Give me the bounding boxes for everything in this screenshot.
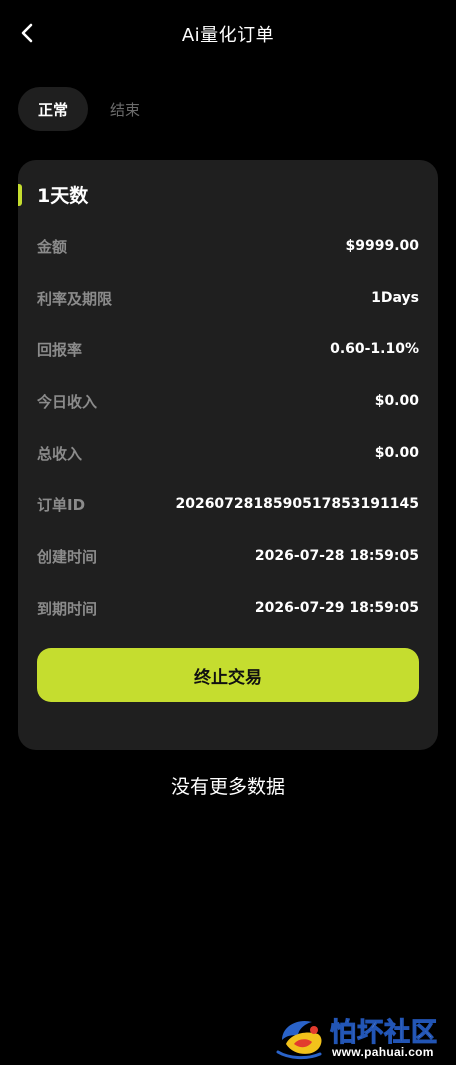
tab-normal[interactable]: 正常 <box>18 87 89 131</box>
row-label: 总收入 <box>37 444 83 463</box>
row-value: $0.00 <box>374 445 419 461</box>
row-rate-term: 利率及期限 1Days <box>37 286 419 310</box>
row-amount: 金额 $9999.00 <box>37 234 419 258</box>
row-label: 利率及期限 <box>37 289 113 308</box>
row-value: $0.00 <box>374 393 419 409</box>
status-tabs: 正常 结束 <box>18 87 160 131</box>
watermark-logo <box>276 1020 322 1060</box>
row-expiry-time: 到期时间 2026-07-29 18:59:05 <box>37 596 419 620</box>
row-value: $9999.00 <box>345 238 419 254</box>
watermark: 怕坏社区 www.pahuai.com <box>276 1012 452 1062</box>
row-value: 0.60-1.10% <box>330 341 419 357</box>
row-created-time: 创建时间 2026-07-28 18:59:05 <box>37 544 419 568</box>
row-label: 订单ID <box>37 495 86 514</box>
page-title: Ai量化订单 <box>181 25 275 46</box>
tab-ended[interactable]: 结束 <box>88 87 160 131</box>
order-card: 1天数 金额 $9999.00 利率及期限 1Days 回报率 0.60-1.1… <box>18 160 438 750</box>
row-label: 金额 <box>37 237 68 256</box>
row-order-id: 订单ID 2026072818590517853191145 <box>37 492 419 516</box>
header: Ai量化订单 <box>0 0 456 68</box>
watermark-name: 怕坏社区 <box>329 1018 439 1049</box>
terminate-trade-button[interactable]: 终止交易 <box>37 648 419 702</box>
row-value: 2026072818590517853191145 <box>175 496 419 512</box>
row-label: 今日收入 <box>37 392 98 411</box>
row-value: 2026-07-28 18:59:05 <box>254 548 419 564</box>
no-more-data-text: 没有更多数据 <box>170 776 285 798</box>
row-total-income: 总收入 $0.00 <box>37 441 419 465</box>
row-label: 创建时间 <box>37 547 98 566</box>
row-today-income: 今日收入 $0.00 <box>37 389 419 413</box>
row-value: 1Days <box>371 290 419 306</box>
card-accent-bar <box>18 184 22 206</box>
row-value: 2026-07-29 18:59:05 <box>254 600 419 616</box>
row-label: 回报率 <box>37 340 83 359</box>
order-title: 1天数 <box>37 185 89 207</box>
watermark-url: www.pahuai.com <box>332 1045 434 1059</box>
row-label: 到期时间 <box>37 599 98 618</box>
row-return-rate: 回报率 0.60-1.10% <box>37 337 419 361</box>
